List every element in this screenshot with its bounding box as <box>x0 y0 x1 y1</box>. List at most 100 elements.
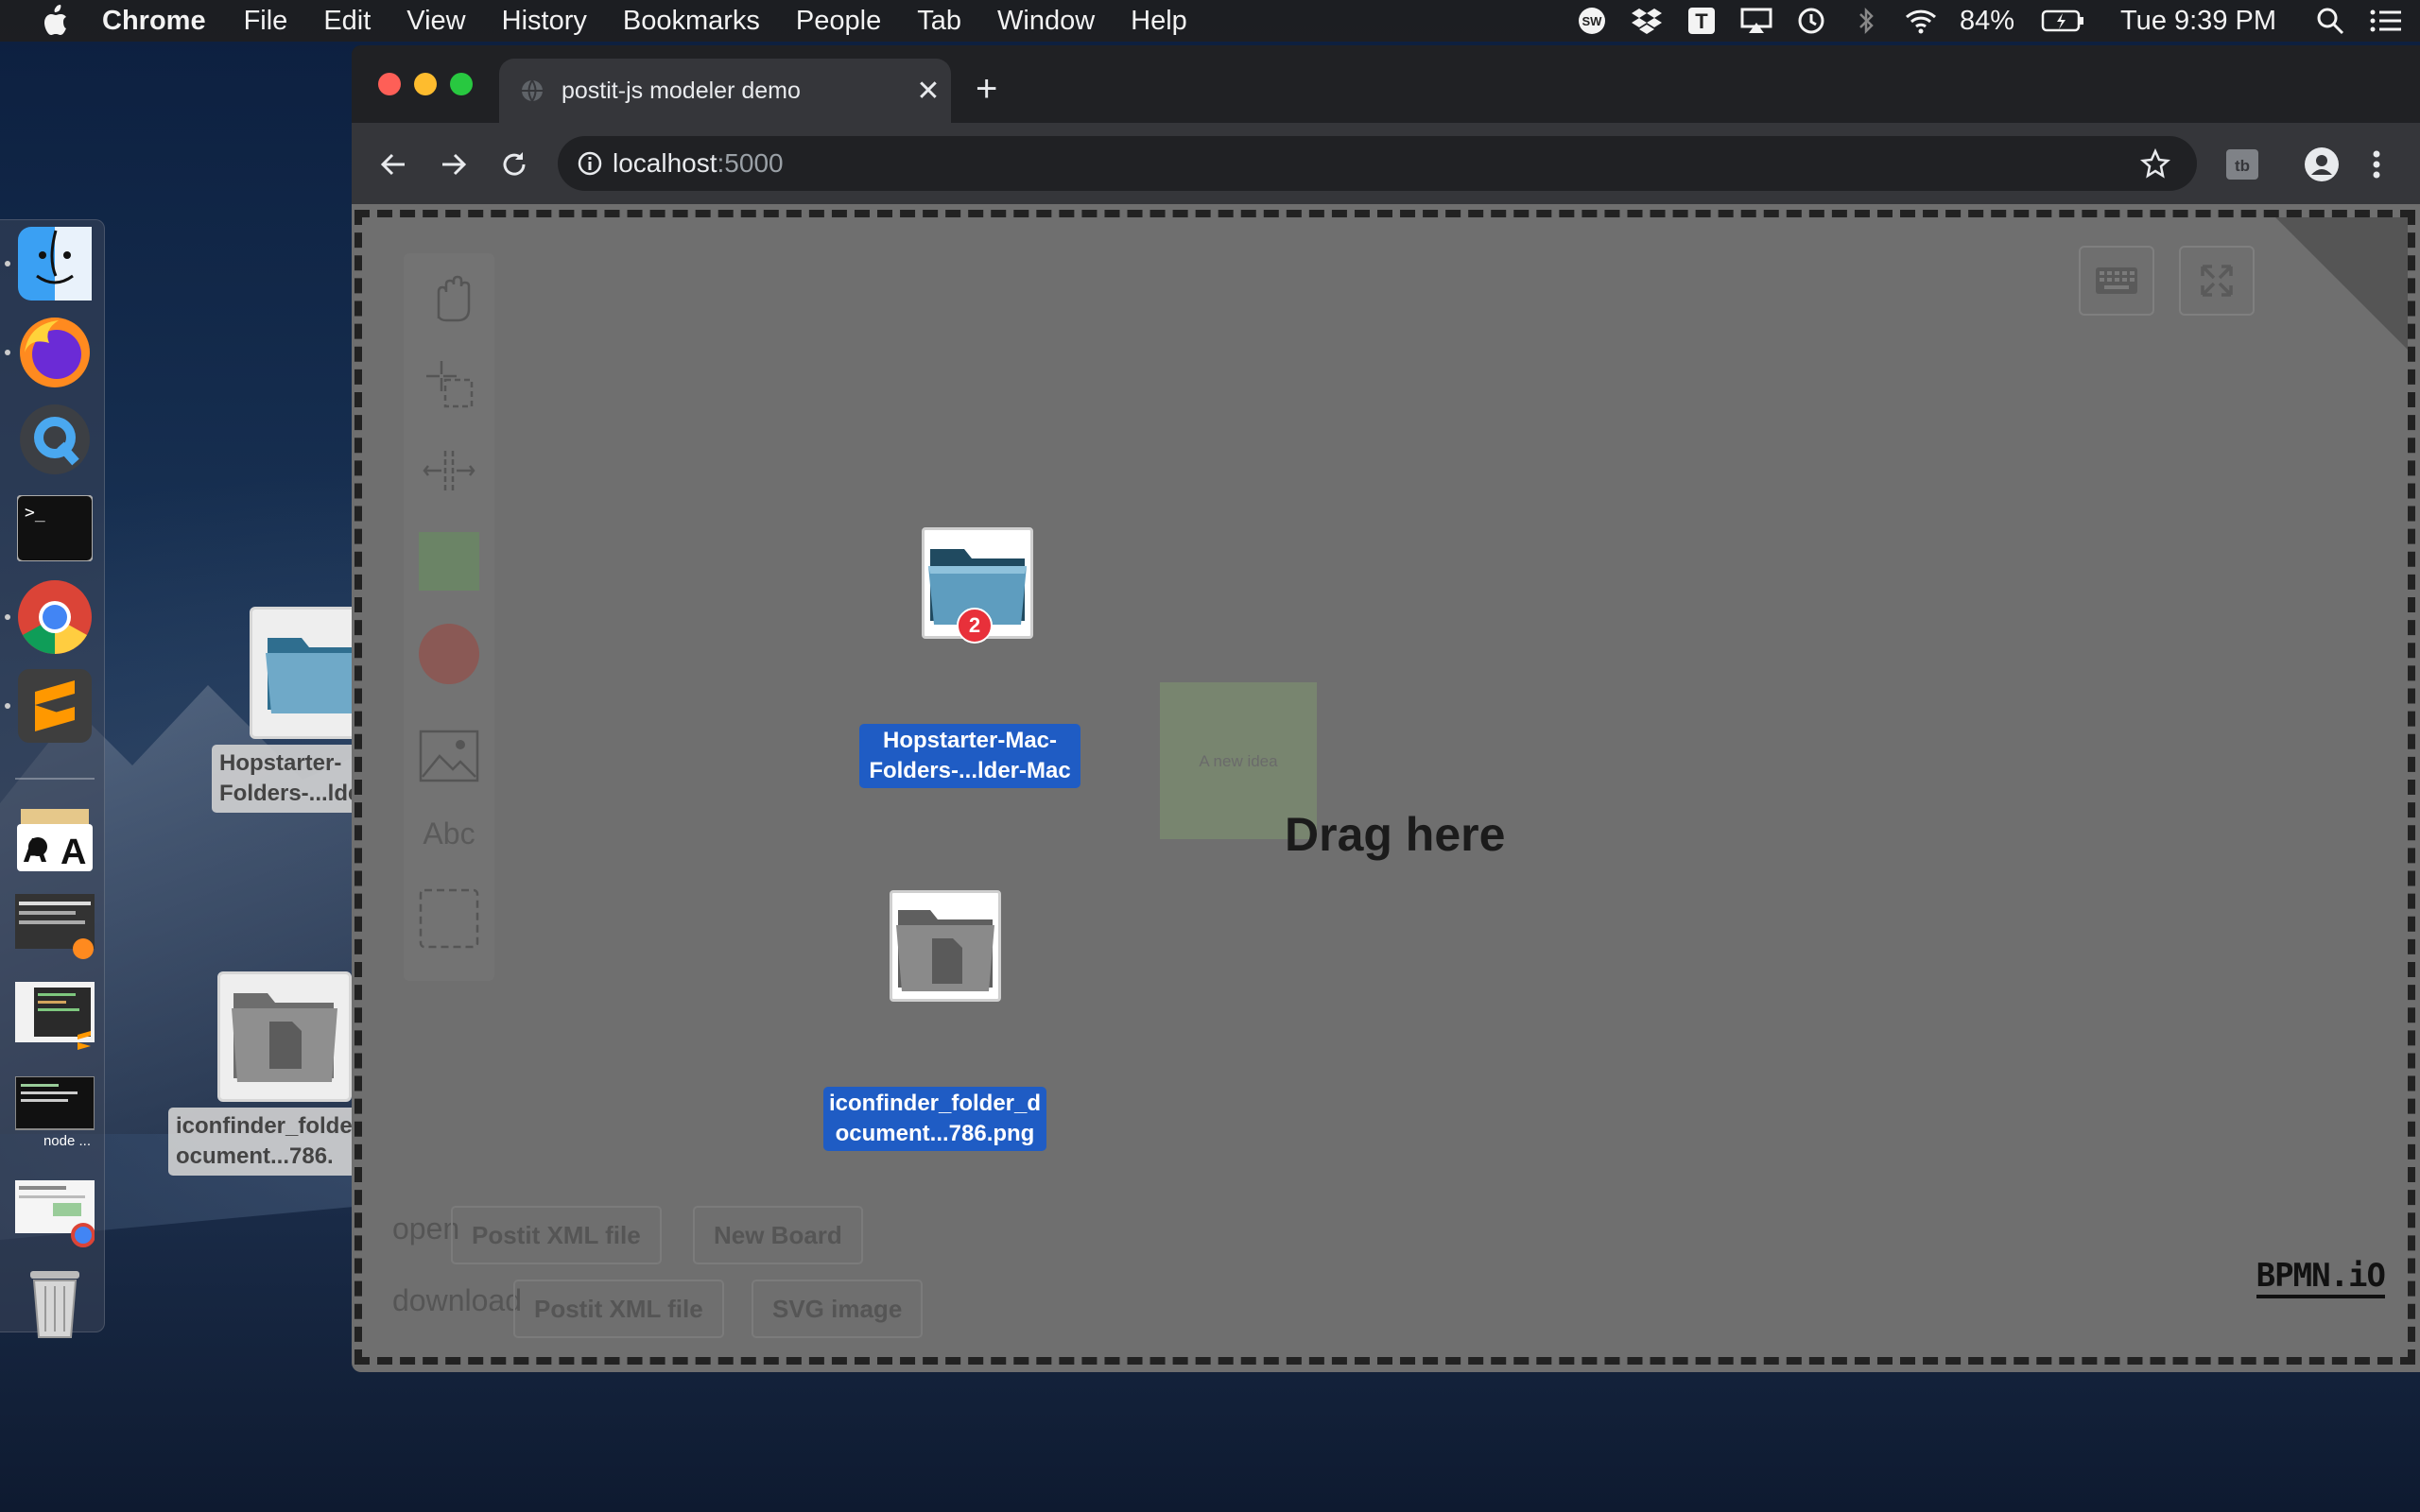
screenshot-preview-icon[interactable]: AA <box>15 799 95 878</box>
menu-view[interactable]: View <box>406 6 465 37</box>
zoom-window-button[interactable] <box>450 73 473 95</box>
space-tool-icon[interactable] <box>417 438 481 503</box>
dragged-document-folder-label: iconfinder_folder_d ocument...786.png <box>823 1087 1046 1151</box>
menubar: Chrome File Edit View History Bookmarks … <box>0 0 2420 42</box>
svg-text:SW: SW <box>1582 14 1603 28</box>
reload-icon[interactable] <box>492 142 537 187</box>
tool-palette: Abc <box>404 253 494 981</box>
menu-window[interactable]: Window <box>997 6 1095 37</box>
tab-strip: postit-js modeler demo ✕ + <box>352 45 2420 123</box>
dock-running-indicator <box>5 350 10 355</box>
similarweb-icon[interactable]: SW <box>1576 7 1608 35</box>
dragged-folder-icon[interactable]: 2 <box>922 527 1033 644</box>
quicktime-icon[interactable] <box>15 400 95 479</box>
dragged-folder-label-line1: Hopstarter-Mac- <box>882 728 1058 753</box>
bpmn-io-logo[interactable]: BPMN.iO <box>2256 1257 2386 1298</box>
extension-icon[interactable]: tb <box>2220 142 2265 187</box>
airplay-icon[interactable] <box>1740 7 1772 35</box>
apple-icon[interactable] <box>36 2 74 40</box>
browser-window: postit-js modeler demo ✕ + localhost:500… <box>352 45 2420 1372</box>
dock-running-indicator <box>5 614 10 620</box>
terminal-icon[interactable]: >_ <box>15 489 95 568</box>
menu-help[interactable]: Help <box>1131 6 1187 37</box>
bookmark-star-icon[interactable] <box>2140 148 2170 179</box>
new-board-button[interactable]: New Board <box>693 1206 863 1264</box>
menu-bookmarks[interactable]: Bookmarks <box>623 6 760 37</box>
chrome-window-thumbnail-icon[interactable] <box>15 1175 95 1254</box>
dock: >_ AA node ... <box>0 219 105 1338</box>
lasso-tool-icon[interactable] <box>417 352 481 416</box>
time-machine-icon[interactable] <box>1795 7 1827 35</box>
desktop-document-folder-label[interactable]: iconfinder_folde ocument...786. <box>168 1108 367 1176</box>
clock[interactable]: Tue 9:39 PM <box>2120 6 2276 37</box>
keyboard-shortcuts-icon[interactable] <box>2079 246 2154 316</box>
new-tab-button[interactable]: + <box>976 70 997 108</box>
create-red-circle-postit-tool[interactable] <box>417 622 481 686</box>
typora-icon[interactable]: T <box>1685 7 1718 35</box>
menu-app-name[interactable]: Chrome <box>102 6 206 37</box>
finder-icon[interactable] <box>15 224 95 303</box>
dock-separator <box>15 778 95 780</box>
sublime-window-thumbnail-icon[interactable] <box>15 976 95 1056</box>
profile-avatar-icon[interactable] <box>2299 142 2344 187</box>
menu-history[interactable]: History <box>502 6 587 37</box>
close-window-button[interactable] <box>378 73 401 95</box>
spotlight-search-icon[interactable] <box>2314 7 2346 35</box>
wifi-icon[interactable] <box>1905 7 1937 35</box>
notification-center-icon[interactable] <box>2369 7 2401 35</box>
address-bar[interactable]: localhost:5000 <box>558 136 2197 191</box>
dropbox-icon[interactable] <box>1631 7 1663 35</box>
browser-menu-icon[interactable] <box>2354 142 2399 187</box>
minimize-window-button[interactable] <box>414 73 437 95</box>
open-postit-xml-button[interactable]: Postit XML file <box>451 1206 662 1264</box>
dragged-folder-label: Hopstarter-Mac- Folders-...lder-Mac <box>859 724 1080 788</box>
url-text: localhost:5000 <box>613 148 784 179</box>
fullscreen-icon[interactable] <box>2179 246 2255 316</box>
battery-percent[interactable]: 84% <box>1960 6 2014 37</box>
menu-people[interactable]: People <box>796 6 881 37</box>
image-tool-icon[interactable] <box>417 724 481 788</box>
sublime-text-icon[interactable] <box>15 666 95 746</box>
forward-icon[interactable] <box>431 142 476 187</box>
download-postit-xml-button[interactable]: Postit XML file <box>513 1280 724 1338</box>
firefox-window-thumbnail-icon[interactable] <box>15 887 95 967</box>
drop-hint: Drag here <box>1285 808 1506 861</box>
dragged-document-folder-icon[interactable] <box>890 890 1001 1002</box>
desktop-document-folder-label-line2: ocument...786. <box>176 1143 334 1169</box>
open-label: open <box>392 1211 460 1246</box>
trash-icon[interactable] <box>15 1263 95 1343</box>
close-tab-icon[interactable]: ✕ <box>906 75 951 108</box>
tab-postit-demo[interactable]: postit-js modeler demo ✕ <box>499 59 951 123</box>
chrome-icon[interactable] <box>15 577 95 657</box>
menu-file[interactable]: File <box>244 6 288 37</box>
site-info-icon[interactable] <box>577 150 603 177</box>
globe-icon <box>520 78 544 103</box>
text-tool[interactable]: Abc <box>417 801 481 866</box>
desktop-folder-label[interactable]: Hopstarter- Folders-...lde <box>212 745 367 813</box>
firefox-icon[interactable] <box>15 313 95 392</box>
dock-running-indicator <box>5 261 10 266</box>
browser-toolbar: localhost:5000 tb <box>352 123 2420 204</box>
tab-title: postit-js modeler demo <box>562 77 801 104</box>
battery-charging-icon[interactable] <box>2041 7 2084 35</box>
bluetooth-icon[interactable] <box>1850 7 1882 35</box>
postit-text: A new idea <box>1199 752 1278 770</box>
page-content: Abc A new idea Drag here 2 Hopstarter-Ma… <box>352 204 2420 1372</box>
create-green-postit-tool[interactable] <box>417 529 481 593</box>
desktop-document-folder-icon[interactable] <box>217 971 352 1102</box>
menu-tab[interactable]: Tab <box>917 6 961 37</box>
menu-edit[interactable]: Edit <box>323 6 371 37</box>
github-corner-icon[interactable] <box>2275 217 2408 350</box>
desktop-folder-icon[interactable] <box>250 607 366 739</box>
dragged-document-folder-label-line2: ocument...786.png <box>835 1121 1035 1146</box>
svg-text:tb: tb <box>2235 157 2250 175</box>
url-host: localhost <box>613 148 717 178</box>
svg-text:>_: >_ <box>25 503 45 523</box>
hand-tool-icon[interactable] <box>417 265 481 329</box>
download-svg-button[interactable]: SVG image <box>752 1280 924 1338</box>
group-frame-tool-icon[interactable] <box>417 886 481 951</box>
url-port: :5000 <box>717 148 784 178</box>
back-icon[interactable] <box>371 142 416 187</box>
desktop-folder-label-line1: Hopstarter- <box>219 750 342 776</box>
drop-zone[interactable]: Abc A new idea Drag here 2 Hopstarter-Ma… <box>354 210 2415 1365</box>
